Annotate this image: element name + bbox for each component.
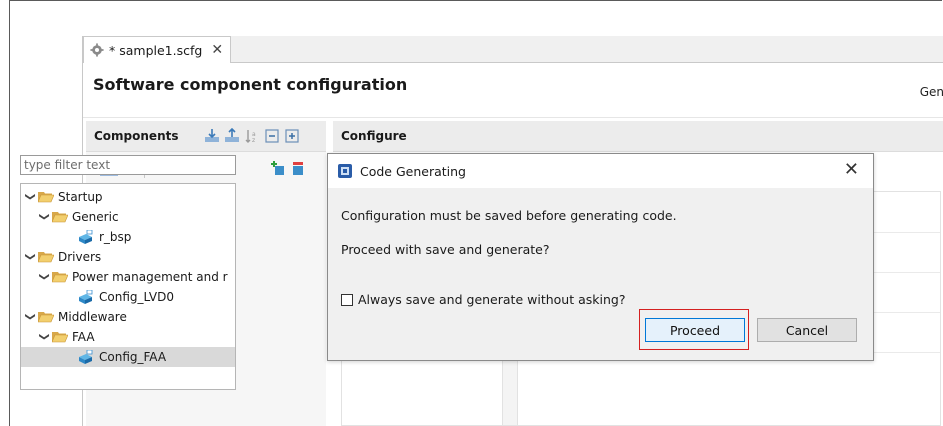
- code-generating-dialog: Code Generating ✕ Configuration must be …: [327, 153, 874, 361]
- remove-component-icon[interactable]: [290, 160, 306, 176]
- dialog-body: Configuration must be saved before gener…: [328, 188, 873, 360]
- tree-node-label: Drivers: [58, 250, 102, 264]
- dialog-message: Configuration must be saved before gener…: [341, 208, 677, 223]
- expand-all-icon[interactable]: [284, 128, 300, 144]
- checkbox-box[interactable]: [341, 293, 353, 306]
- tree-node-label: Config_LVD0: [99, 290, 174, 304]
- page-title: Software component configuration: [93, 75, 408, 94]
- tree-node-middleware[interactable]: ❯ Middleware: [25, 307, 127, 327]
- folder-open-icon: [52, 212, 68, 223]
- component-icon: [79, 350, 93, 364]
- tree-node-drivers[interactable]: ❯ Drivers: [25, 247, 102, 267]
- tree-node-startup[interactable]: ❯ Startup: [25, 187, 103, 207]
- tree-node-label: Config_FAA: [99, 350, 167, 364]
- tree-node-r-bsp[interactable]: r_bsp: [77, 227, 131, 247]
- tree-node-label: Middleware: [58, 310, 127, 324]
- component-icon: [79, 230, 93, 244]
- dialog-question: Proceed with save and generate?: [341, 242, 550, 257]
- settings-file-icon: [90, 43, 104, 57]
- checkbox-label: Always save and generate without asking?: [358, 292, 626, 307]
- tree-node-power-management[interactable]: ❯ Power management and r: [39, 267, 228, 287]
- tree-node-label: FAA: [72, 330, 95, 344]
- proceed-button[interactable]: Proceed: [645, 318, 745, 342]
- folder-open-icon: [38, 252, 54, 263]
- chevron-down-icon[interactable]: ❯: [39, 272, 50, 282]
- dialog-title: Code Generating: [360, 163, 466, 179]
- components-panel-header: Components az: [86, 121, 326, 152]
- tree-node-label: r_bsp: [99, 230, 132, 244]
- editor-tab-label: * sample1.scfg: [109, 42, 203, 58]
- sort-icon[interactable]: az: [244, 128, 260, 144]
- folder-open-icon: [38, 192, 54, 203]
- tree-node-config-faa[interactable]: Config_FAA: [21, 347, 235, 367]
- component-icon: [79, 290, 93, 304]
- always-save-checkbox[interactable]: Always save and generate without asking?: [341, 292, 625, 307]
- folder-open-icon: [52, 332, 68, 343]
- chip-icon: [338, 164, 352, 178]
- chevron-down-icon[interactable]: ❯: [39, 332, 50, 342]
- cancel-button[interactable]: Cancel: [757, 318, 857, 342]
- component-filter-input[interactable]: type filter text: [20, 155, 236, 175]
- chevron-down-icon[interactable]: ❯: [25, 192, 36, 202]
- editor-tab-bar: * sample1.scfg ✕: [83, 36, 943, 63]
- close-icon[interactable]: ✕: [211, 42, 223, 58]
- generate-code-link[interactable]: Gen: [920, 85, 943, 99]
- tree-node-label: Generic: [72, 210, 119, 224]
- components-panel-title: Components: [94, 129, 179, 143]
- tree-node-config-lvd0[interactable]: Config_LVD0: [77, 287, 174, 307]
- components-toolbar: az: [204, 127, 300, 144]
- header-divider: [83, 117, 943, 118]
- dialog-title-bar[interactable]: Code Generating ✕: [328, 154, 873, 188]
- close-icon[interactable]: ✕: [844, 160, 859, 180]
- collapse-all-icon[interactable]: [264, 128, 280, 144]
- component-tree: ❯ Startup ❯ Generic r_bsp ❯ Drivers ❯ Po…: [20, 183, 236, 390]
- add-component-icon[interactable]: [270, 160, 286, 176]
- import-icon[interactable]: [204, 128, 220, 144]
- chevron-down-icon[interactable]: ❯: [39, 212, 50, 222]
- tree-node-generic[interactable]: ❯ Generic: [39, 207, 119, 227]
- tree-node-faa[interactable]: ❯ FAA: [39, 327, 95, 347]
- folder-open-icon: [38, 312, 54, 323]
- export-icon[interactable]: [224, 127, 240, 144]
- configure-panel-header: Configure: [333, 121, 943, 152]
- chevron-down-icon[interactable]: ❯: [25, 312, 36, 322]
- editor-tab-sample1[interactable]: * sample1.scfg ✕: [83, 36, 231, 63]
- configure-panel-title: Configure: [341, 129, 407, 143]
- tree-node-label: Startup: [58, 190, 103, 204]
- folder-open-icon: [52, 272, 68, 283]
- svg-text:z: z: [252, 137, 255, 144]
- tree-node-label: Power management and r: [72, 270, 228, 284]
- chevron-down-icon[interactable]: ❯: [25, 252, 36, 262]
